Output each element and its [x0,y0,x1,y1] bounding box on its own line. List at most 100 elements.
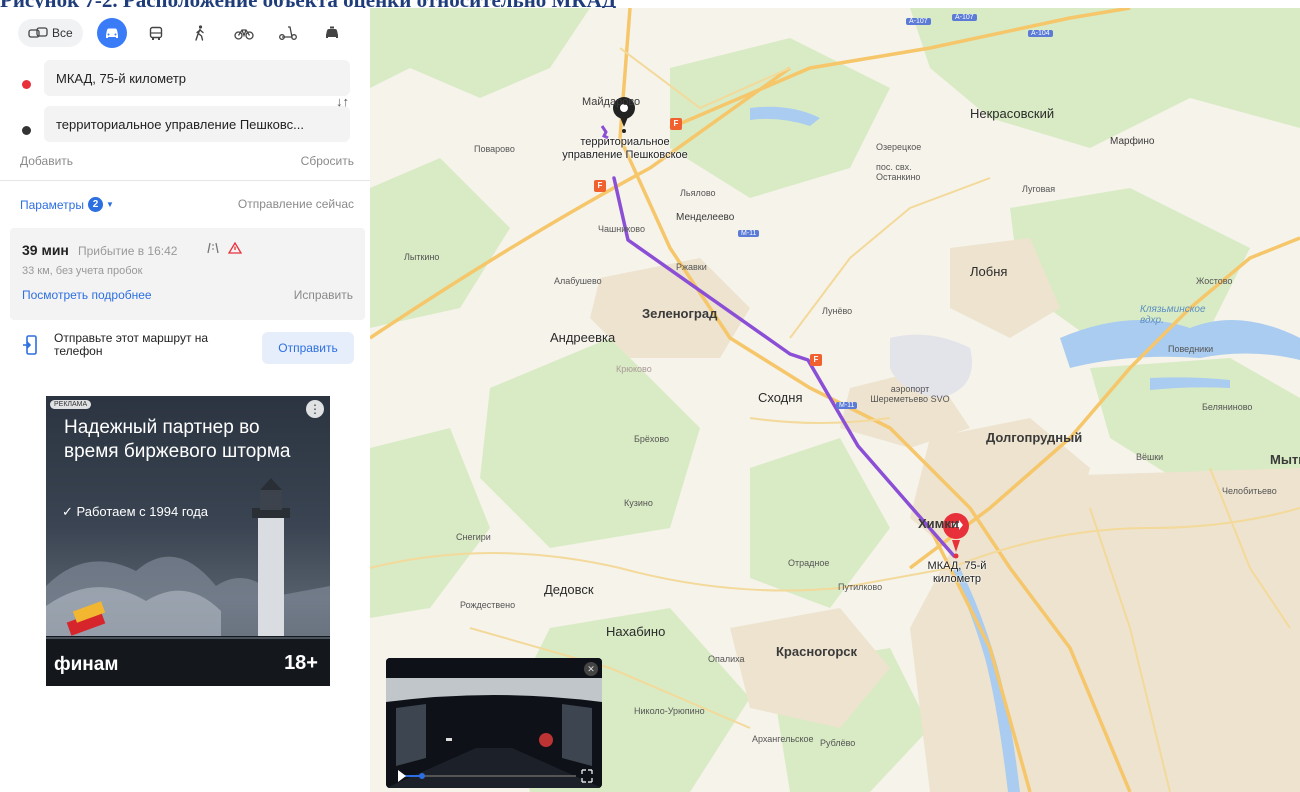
route-details-link[interactable]: Посмотреть подробнее [22,288,152,302]
taxi-icon [325,26,338,38]
send-route-button[interactable]: Отправить [262,332,354,364]
route-result-card[interactable]: 39 мин Прибытие в 16:42 33 км, без учета… [10,228,365,320]
route-from-input[interactable]: МКАД, 75-й километр [44,60,350,96]
video-player[interactable]: ✕ [386,658,602,788]
mode-all-button[interactable]: Все [18,19,83,47]
place-label: Некрасовский [970,106,1055,121]
bike-icon [234,29,254,40]
params-label: Параметры [20,197,84,212]
place-label: пос. свх. Останкино [876,162,921,182]
place-label: Снегири [456,532,491,542]
mode-walk-button[interactable] [185,18,215,48]
place-label: Беляниново [1202,402,1253,412]
place-label: Льялово [680,188,716,198]
mode-car-button[interactable] [96,18,127,48]
destination-label: территориальное управление Пешковское [562,136,688,161]
route-distance: 33 км, без учета пробок [22,265,143,277]
road-tag: А-104 [1028,30,1053,37]
place-label: Долгопрудный [986,430,1083,445]
place-label: Сходня [758,390,803,405]
swap-route-button[interactable]: ↓↑ [336,94,349,109]
place-label: Архангельское [752,734,814,744]
params-count-badge: 2 [87,197,103,212]
place-label: Нахабино [606,624,666,639]
road-tag: А-107 [906,18,931,25]
end-marker-icon [22,126,31,135]
place-label: Поведники [1168,344,1214,354]
place-label: Красногорск [776,644,857,659]
ad-title: Надежный партнер во время биржевого штор… [64,417,291,462]
video-frame [386,658,602,788]
walk-icon [194,25,204,41]
departure-time-select[interactable]: Отправление сейчас [238,197,354,211]
place-label: Кузино [624,498,653,508]
start-marker-icon [22,80,31,89]
phone-icon [23,335,37,355]
mode-bus-button[interactable] [141,18,171,48]
place-label: Лобня [970,264,1008,279]
divider [0,180,370,181]
place-label: Крюково [616,364,652,374]
place-label: Озерецкое [876,142,922,152]
place-label: Вёшки [1136,452,1164,462]
figure-caption: Рисунок 7-2. Расположение объекта оценки… [0,0,1300,8]
send-to-phone-row: Отправьте этот маршрут на телефон Отправ… [10,326,365,384]
ad-age-rating: 18+ [284,652,318,674]
place-label: Путилково [838,582,883,592]
place-label: Лыткино [404,252,440,262]
place-label: Андреевка [550,330,616,345]
place-label: Ржавки [676,262,707,272]
place-label: Рублёво [820,738,856,748]
place-label: Отрадное [788,558,830,568]
place-label: Химки [918,516,959,531]
ad-brand: финам [54,654,119,675]
place-label: Чашниково [598,224,645,234]
fuel-icon: F [670,118,682,130]
ad-label: РЕКЛАМА [50,400,92,409]
place-label: Лунёво [822,306,853,316]
car-icon [105,28,118,38]
road-tag: М-11 [836,402,858,409]
params-button[interactable]: Параметры 2 ▼ [20,197,114,212]
route-fix-link[interactable]: Исправить [294,288,353,302]
place-label: Майдарово [582,96,641,108]
add-point-link[interactable]: Добавить [20,154,73,168]
scooter-icon [278,26,297,40]
mode-taxi-button[interactable] [317,18,347,48]
origin-label: МКАД, 75-й километр [927,560,987,585]
ad-banner[interactable]: РЕКЛАМА ⋮ Надежный партнер во время бирж… [46,396,330,686]
transport-modes: Все [18,18,347,48]
mode-scooter-button[interactable] [273,18,303,48]
reset-route-link[interactable]: Сбросить [301,154,354,168]
place-label: Брёхово [634,434,670,444]
close-icon[interactable]: ✕ [584,662,598,676]
place-label: Зеленоград [642,306,718,321]
route-warning-icons [206,242,242,254]
place-label: Мытищи [1270,452,1300,467]
fuel-icon: F [594,180,606,192]
route-duration: 39 мин [22,242,69,258]
place-label: Челобитьево [1222,486,1277,496]
send-to-phone-text: Отправьте этот маршрут на телефон [54,331,209,358]
place-label: Поварово [474,144,515,154]
place-label: Марфино [1110,136,1155,147]
place-label: Николо-Урюпино [634,706,705,716]
mode-bike-button[interactable] [229,18,259,48]
bus-icon [149,26,162,40]
mode-all-label: Все [52,26,73,40]
route-to-input[interactable]: территориальное управление Пешковс... [44,106,350,142]
route-arrival: Прибытие в 16:42 [78,244,178,258]
ad-subtitle: ✓ Работаем с 1994 года [62,504,209,519]
road-tag: А-107 [952,14,977,21]
place-label: Опалиха [708,654,745,664]
toll-road-icon [207,242,219,254]
chevron-down-icon: ▼ [105,200,114,209]
place-label: Луговая [1022,184,1056,194]
place-label: Жостово [1196,276,1233,286]
all-modes-icon [28,27,48,38]
place-label: Клязьминское вдхр. [1140,304,1206,326]
place-label: аэропорт Шереметьево SVO [870,384,950,404]
road-tag: М-11 [738,230,760,237]
warning-icon [228,242,242,254]
place-label: Дедовск [544,582,594,597]
